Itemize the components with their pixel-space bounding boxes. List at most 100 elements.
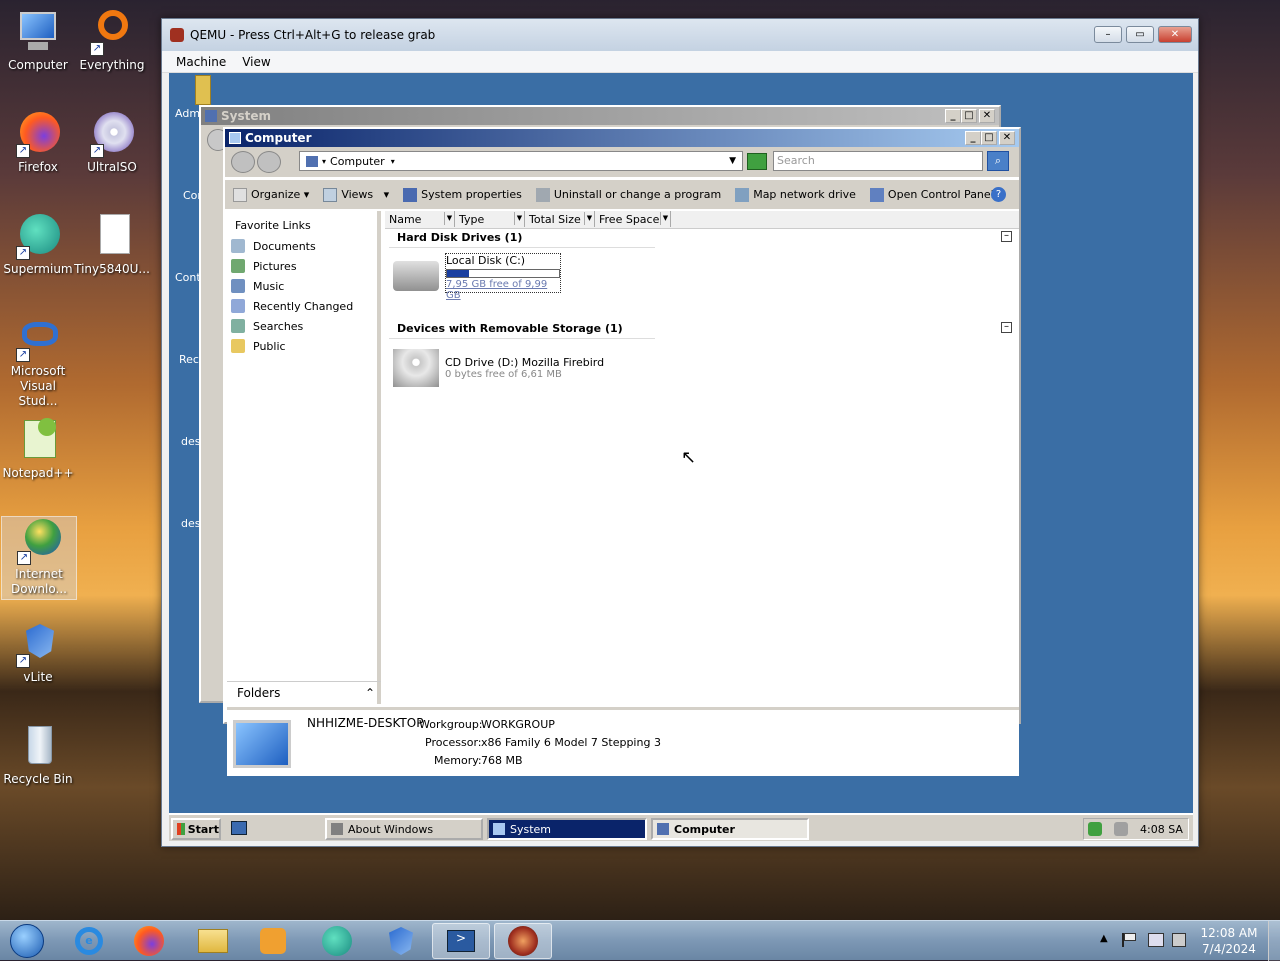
host-clock[interactable]: 12:08 AM 7/4/2024 [1196, 925, 1262, 957]
supermium-icon[interactable] [310, 923, 364, 959]
shortcut-arrow-icon: ↗ [16, 144, 30, 158]
desktop-icon-ultraiso[interactable]: ↗ UltraISO [74, 110, 150, 175]
address-bar[interactable]: ▾ Computer ▾ ▼ [299, 151, 743, 171]
folders-toggle[interactable]: Folders ⌃ [227, 681, 381, 703]
address-dropdown-icon[interactable]: ▼ [729, 156, 736, 166]
maximize-button[interactable]: ▭ [1126, 26, 1154, 43]
recently-changed-icon [231, 299, 245, 313]
vlite-icon[interactable] [374, 923, 428, 959]
media-player-icon[interactable] [246, 923, 300, 959]
close-button[interactable]: ✕ [1158, 26, 1192, 43]
open-control-panel-button[interactable]: Open Control Panel [869, 187, 994, 202]
desktop-icon-firefox[interactable]: ↗ Firefox [0, 110, 76, 175]
start-button[interactable]: Start [171, 818, 221, 840]
nav-documents[interactable]: Documents [227, 236, 377, 256]
organize-button[interactable]: Organize ▾ [233, 187, 309, 202]
firefox-icon[interactable] [122, 923, 176, 959]
menu-machine[interactable]: Machine [176, 55, 226, 69]
chevron-down-icon: ▾ [390, 156, 395, 166]
nav-searches[interactable]: Searches [227, 316, 377, 336]
guest-desktop-label[interactable]: Cont [175, 271, 201, 284]
volume-muted-icon[interactable] [1172, 933, 1186, 947]
help-icon[interactable]: ? [991, 187, 1006, 202]
uninstall-program-button[interactable]: Uninstall or change a program [535, 187, 721, 202]
computer-window[interactable]: Computer _ □ ✕ ▾ Computer ▾ ▼ Search ⌕ O… [223, 127, 1021, 776]
views-button[interactable]: Views ▾ [323, 187, 389, 202]
volume-muted-icon[interactable] [1114, 822, 1128, 836]
close-button[interactable]: ✕ [979, 109, 995, 123]
taskbar-about-windows[interactable]: About Windows [325, 818, 483, 840]
desktop-icon-computer[interactable]: Computer [0, 8, 76, 73]
collapse-icon[interactable]: – [1001, 231, 1012, 242]
internet-explorer-icon[interactable]: e [62, 923, 116, 959]
tray-expand-icon[interactable]: ▲ [1100, 933, 1108, 944]
show-desktop-icon[interactable] [231, 821, 247, 835]
taskbar-system[interactable]: System [487, 818, 647, 840]
guest-clock[interactable]: 4:08 SA [1140, 823, 1183, 836]
nav-public[interactable]: Public [227, 336, 377, 356]
icon-label: Recycle Bin [3, 772, 73, 786]
desktop-icon-visual-studio[interactable]: ↗ Microsoft Visual Stud... [0, 314, 76, 409]
desktop-icon-internet-download-manager[interactable]: ↗ Internet Downlo... [1, 516, 77, 600]
computer-titlebar[interactable]: Computer _ □ ✕ [225, 129, 1019, 147]
cd-drive-item[interactable]: CD Drive (D:) Mozilla Firebird 0 bytes f… [445, 356, 665, 380]
guest-screen[interactable]: Admi Com Cont Rec des desk System _ □ ✕ … [169, 73, 1193, 841]
qemu-window[interactable]: QEMU - Press Ctrl+Alt+G to release grab … [161, 18, 1199, 847]
desktop-icon-notepadpp[interactable]: Notepad++ [0, 416, 76, 481]
nav-recently-changed[interactable]: Recently Changed [227, 296, 377, 316]
command-toolbar: Organize ▾ Views ▾ System properties Uni… [225, 179, 1019, 209]
desktop-icon-supermium[interactable]: ↗ Supermium [0, 212, 76, 277]
maximize-button[interactable]: □ [981, 131, 997, 145]
back-arrow-icon[interactable] [231, 151, 255, 173]
file-explorer-icon[interactable] [186, 923, 240, 959]
icon-label: Computer [8, 58, 68, 72]
local-disk-item[interactable]: Local Disk (C:) 7,95 GB free of 9,99 GB [445, 253, 561, 301]
minimize-button[interactable]: _ [945, 109, 961, 123]
recycle-bin-icon [14, 722, 62, 770]
folder-icon [195, 75, 211, 105]
qemu-titlebar[interactable]: QEMU - Press Ctrl+Alt+G to release grab … [162, 19, 1198, 51]
menu-view[interactable]: View [242, 55, 270, 69]
details-pane: NHHIZME-DESKTOP Workgroup: WORKGROUP Pro… [227, 707, 1019, 776]
guest-desktop-label[interactable]: Rec [179, 353, 199, 366]
security-shield-icon[interactable] [1088, 822, 1102, 836]
memory-value: 768 MB [481, 754, 523, 767]
system-titlebar[interactable]: System _ □ ✕ [201, 107, 999, 125]
guest-system-tray: 4:08 SA [1083, 818, 1189, 840]
network-icon[interactable] [1148, 933, 1164, 947]
maximize-button[interactable]: □ [961, 109, 977, 123]
taskbar-computer[interactable]: Computer [651, 818, 809, 840]
collapse-icon[interactable]: – [1001, 322, 1012, 333]
document-icon [88, 212, 136, 260]
show-desktop-button[interactable] [1268, 921, 1280, 961]
nav-music[interactable]: Music [227, 276, 377, 296]
shortcut-arrow-icon: ↗ [16, 348, 30, 362]
powershell-icon[interactable]: > [432, 923, 490, 959]
system-properties-button[interactable]: System properties [403, 187, 522, 202]
qemu-icon[interactable] [494, 923, 552, 959]
forward-arrow-icon[interactable] [257, 151, 281, 173]
content-pane[interactable]: Name ▼ Type ▼ Total Size ▼ Free Space ▼ Hard… [385, 211, 1019, 704]
host-taskbar: e > ▲ 12:08 AM 7/4/2024 [0, 920, 1280, 961]
nav-pictures[interactable]: Pictures [227, 256, 377, 276]
start-orb-icon[interactable] [0, 923, 54, 959]
search-input[interactable]: Search [773, 151, 983, 171]
desktop-icon-tiny-file[interactable]: Tiny5840U... [74, 212, 150, 277]
map-network-drive-button[interactable]: Map network drive [735, 187, 856, 202]
column-total-size[interactable]: Total Size ▼ [525, 211, 595, 227]
minimize-button[interactable]: – [1094, 26, 1122, 43]
column-free-space[interactable]: Free Space ▼ [595, 211, 671, 227]
desktop-icon-recycle-bin[interactable]: Recycle Bin [0, 722, 76, 787]
guest-desktop-label[interactable]: des [181, 435, 200, 448]
action-center-flag-icon[interactable] [1122, 933, 1138, 947]
refresh-icon[interactable] [747, 153, 767, 170]
desktop-icon-everything[interactable]: ↗ Everything [74, 8, 150, 73]
close-button[interactable]: ✕ [999, 131, 1015, 145]
minimize-button[interactable]: _ [965, 131, 981, 145]
column-type[interactable]: Type ▼ [455, 211, 525, 227]
desktop-icon-vlite[interactable]: ↗ vLite [0, 620, 76, 685]
mouse-cursor-icon: ↖ [681, 447, 697, 468]
column-name[interactable]: Name ▼ [385, 211, 455, 227]
guest-taskbar: Start About Windows System Computer 4:08… [169, 813, 1193, 841]
search-icon[interactable]: ⌕ [987, 151, 1009, 171]
